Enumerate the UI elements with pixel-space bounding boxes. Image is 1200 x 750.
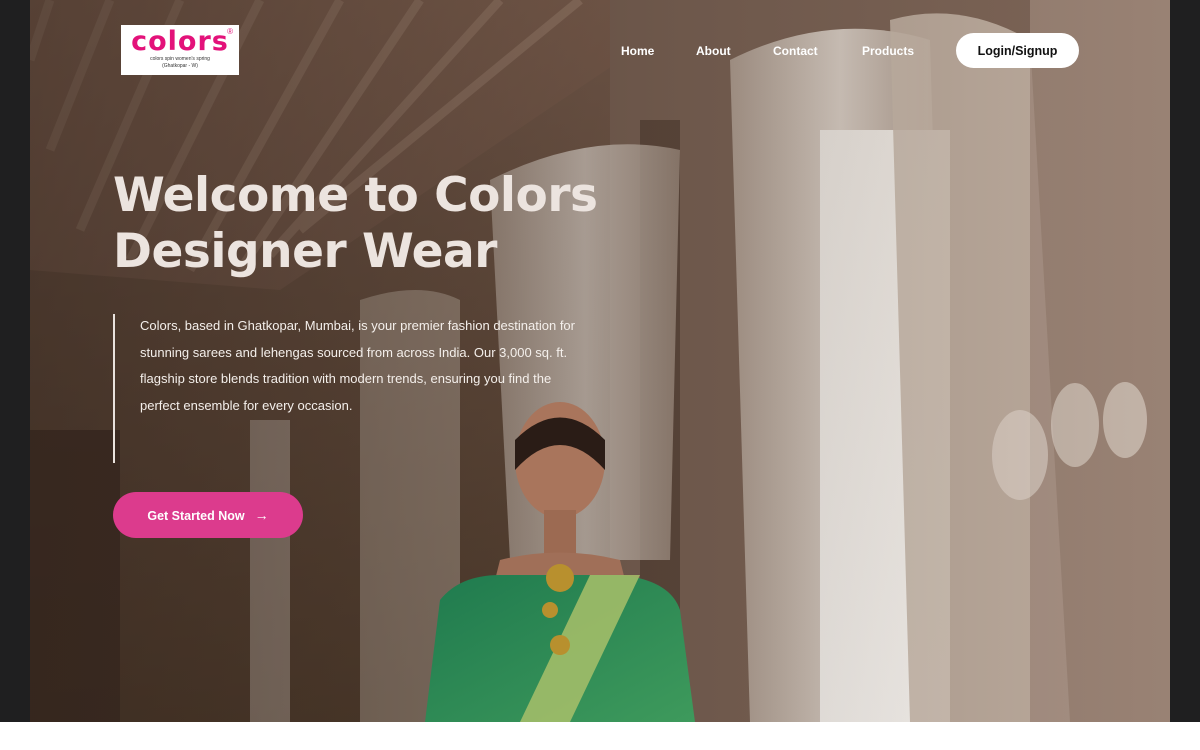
right-frame-bar	[1170, 0, 1200, 722]
logo-tagline: colors spin women's spring	[150, 56, 210, 62]
nav-contact[interactable]: Contact	[773, 44, 818, 58]
logo-location: (Ghatkopar - W)	[162, 63, 198, 69]
login-signup-button[interactable]: Login/Signup	[956, 33, 1079, 68]
nav-about[interactable]: About	[696, 44, 731, 58]
brand-logo[interactable]: colors ® colors spin women's spring (Gha…	[121, 25, 239, 75]
hero-section: colors ® colors spin women's spring (Gha…	[30, 0, 1170, 722]
logo-registered-mark: ®	[227, 27, 233, 36]
logo-wordmark: colors	[131, 26, 229, 57]
nav-home[interactable]: Home	[621, 44, 654, 58]
left-frame-bar	[0, 0, 30, 722]
get-started-label: Get Started Now	[147, 509, 245, 523]
arrow-right-icon: →	[254, 507, 269, 523]
hero-headline: Welcome to Colors Designer Wear	[113, 168, 598, 279]
description-accent-bar	[113, 314, 115, 463]
nav-products[interactable]: Products	[862, 44, 914, 58]
get-started-button[interactable]: Get Started Now →	[113, 492, 303, 538]
hero-description: Colors, based in Ghatkopar, Mumbai, is y…	[140, 318, 575, 413]
